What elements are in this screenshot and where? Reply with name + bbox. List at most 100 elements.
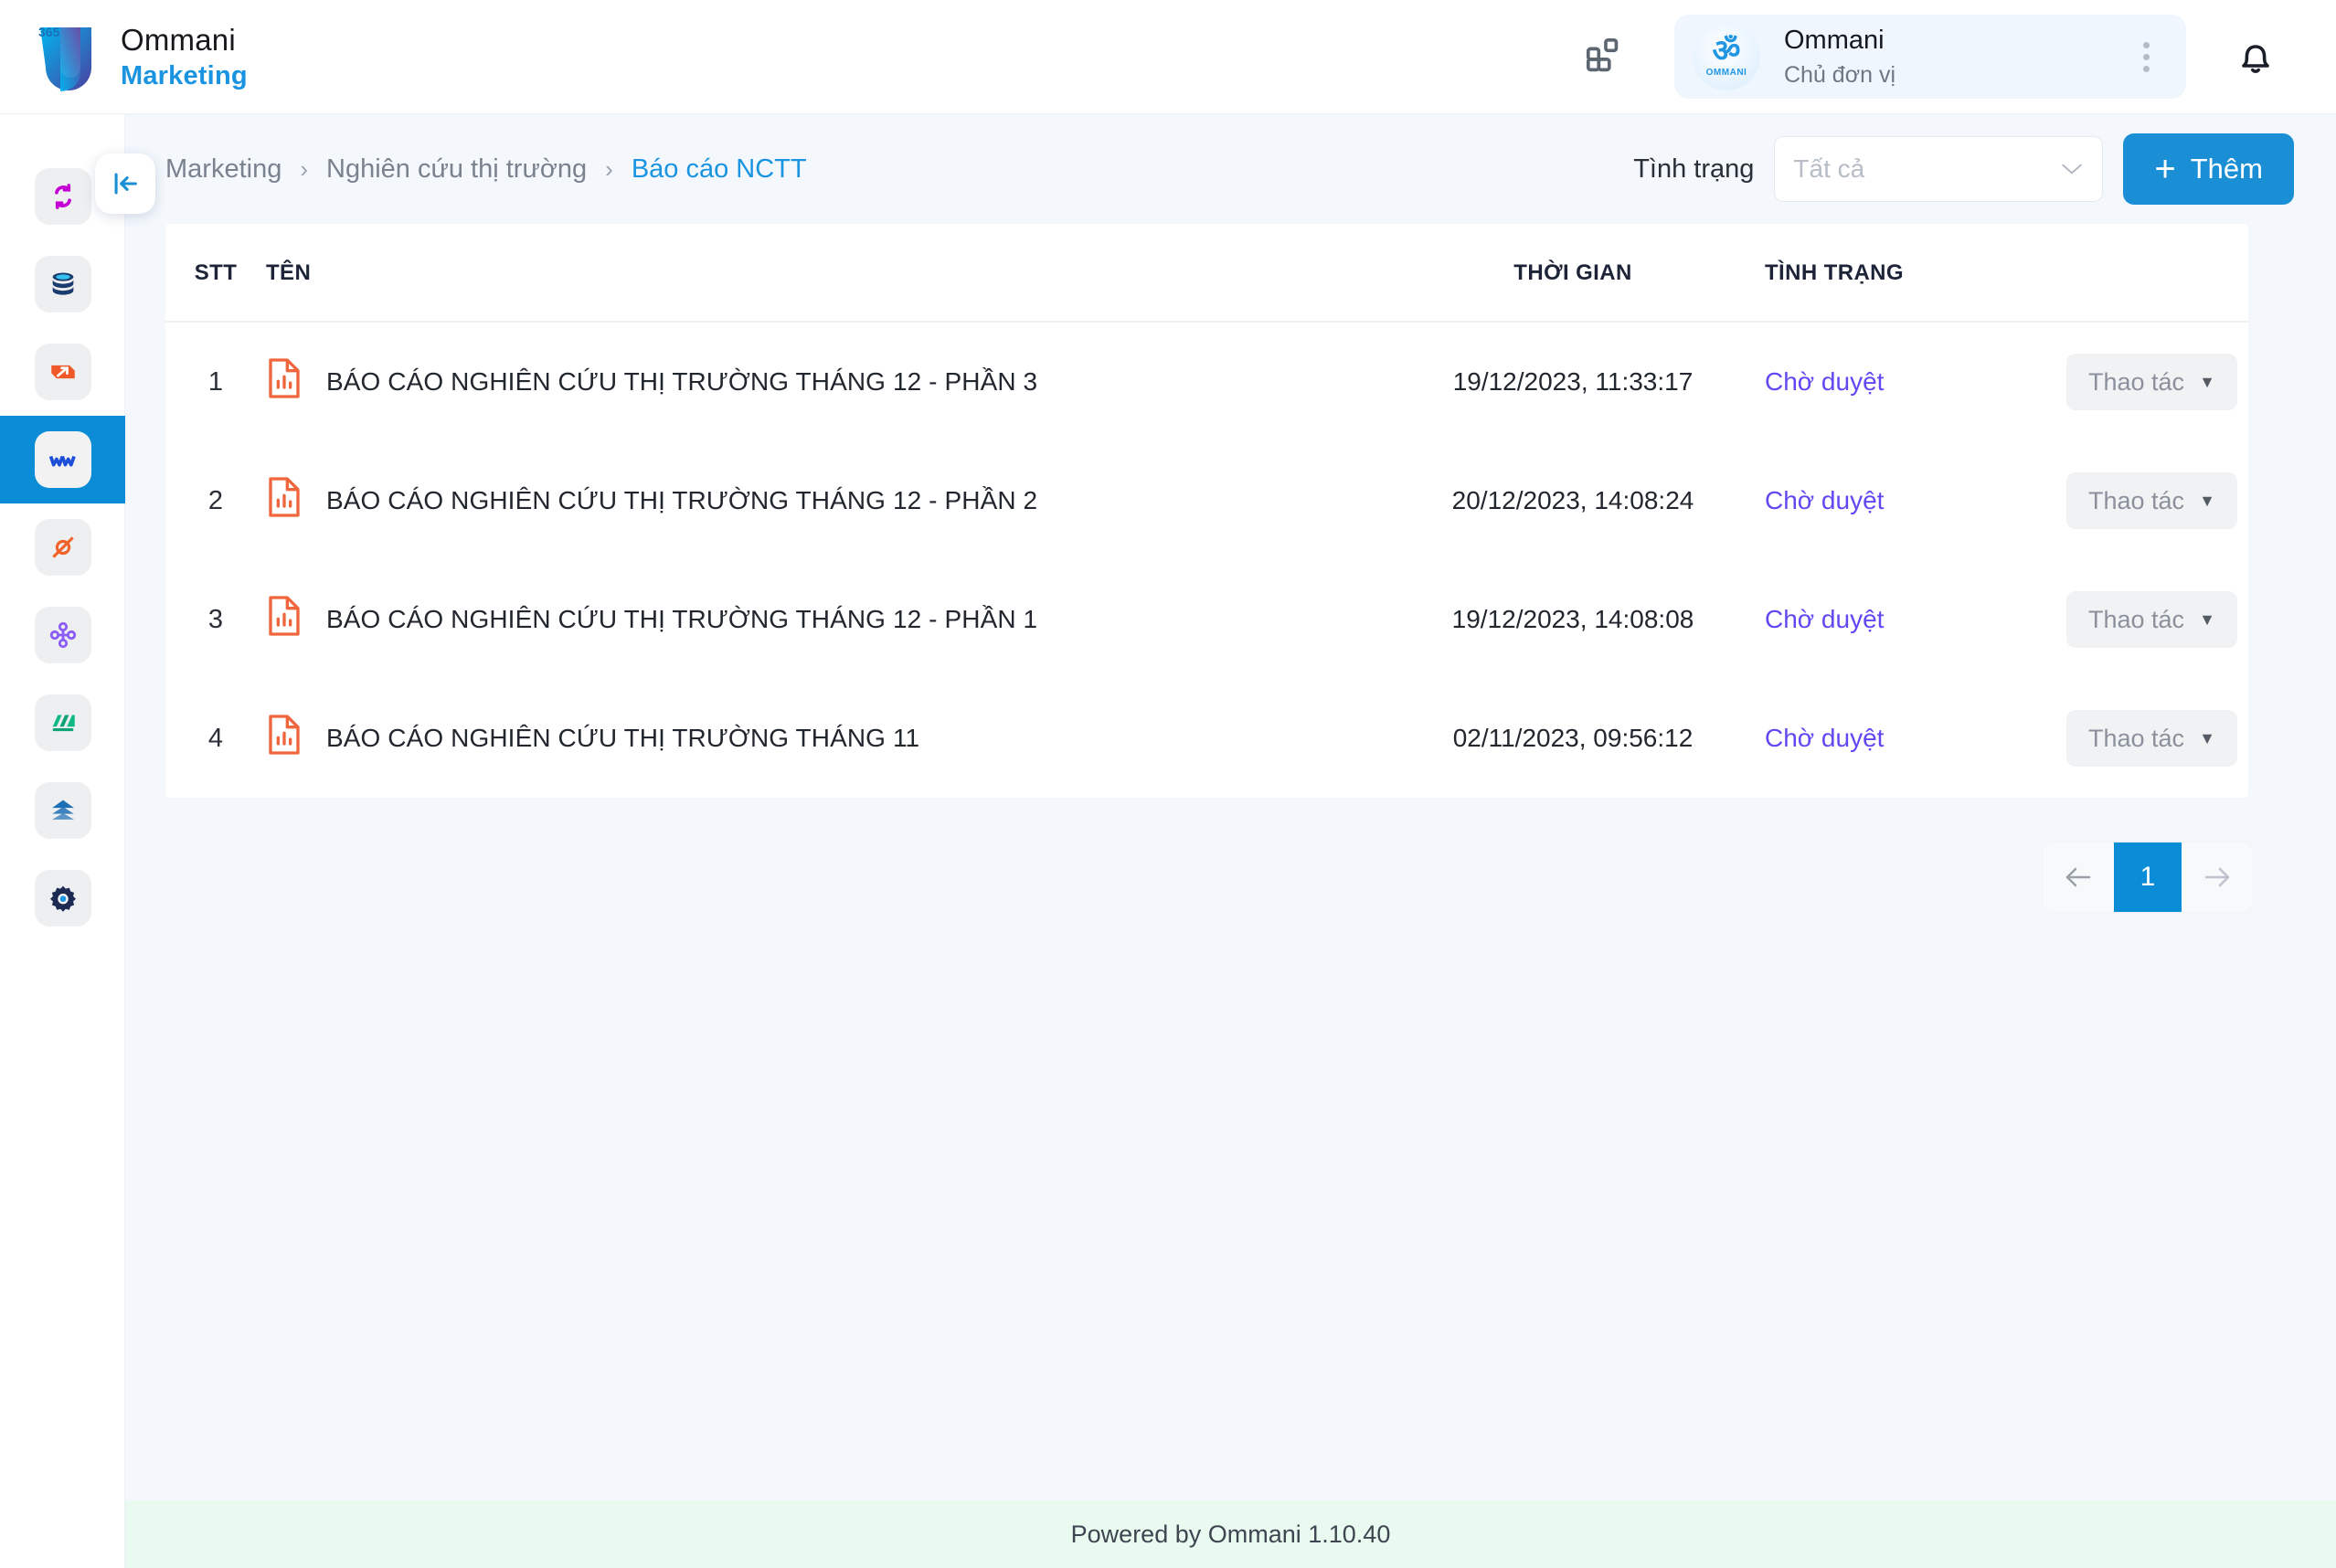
cell-actions: Thao tác ▼ [2066, 441, 2248, 560]
main-content: Marketing › Nghiên cứu thị trường › Báo … [125, 114, 2336, 1568]
status-badge[interactable]: Chờ duyệt [1765, 486, 1884, 514]
cell-time: 19/12/2023, 14:08:08 [1451, 605, 1694, 633]
column-header-actions [2066, 224, 2248, 323]
brand[interactable]: 365 Ommani Marketing [0, 20, 248, 93]
row-action-label: Thao tác [2088, 486, 2185, 514]
stack-arrow-icon [34, 782, 91, 839]
report-name[interactable]: BÁO CÁO NGHIÊN CỨU THỊ TRƯỜNG THÁNG 12 -… [326, 367, 1037, 397]
cell-name: BÁO CÁO NGHIÊN CỨU THỊ TRƯỜNG THÁNG 11 [266, 679, 1381, 798]
pagination-page-1[interactable]: 1 [2114, 842, 2182, 912]
breadcrumb: Marketing › Nghiên cứu thị trường › Báo … [165, 154, 807, 185]
cell-status: Chờ duyệt [1765, 560, 2066, 679]
table-row[interactable]: 2 BÁO CÁO NGHIÊN CỨU THỊ TRƯỜNG THÁNG 12… [165, 441, 2248, 560]
sidebar-item-database[interactable] [0, 240, 125, 328]
report-name[interactable]: BÁO CÁO NGHIÊN CỨU THỊ TRƯỜNG THÁNG 11 [326, 724, 919, 753]
row-action-label: Thao tác [2088, 724, 2185, 752]
table-row[interactable]: 1 BÁO CÁO NGHIÊN CỨU THỊ TRƯỜNG THÁNG 12… [165, 322, 2248, 441]
avatar-om-glyph: ॐ [1712, 34, 1741, 69]
cell-time: 02/11/2023, 09:56:12 [1452, 724, 1694, 752]
document-chart-icon [266, 594, 303, 645]
brand-subtitle: Marketing [121, 60, 248, 90]
row-action-dropdown[interactable]: Thao tác ▼ [2066, 354, 2237, 410]
toolbar-controls: Tình trạng Tất cả + Thêm [1633, 133, 2294, 205]
top-header: 365 Ommani Marketing ॐ OMMANI Ommani Chủ… [0, 0, 2336, 114]
status-filter-value: Tất cả [1793, 154, 1865, 183]
row-action-dropdown[interactable]: Thao tác ▼ [2066, 472, 2237, 529]
status-filter-label: Tình trạng [1633, 154, 1755, 184]
footer-text: Powered by Ommani 1.10.40 [1070, 1520, 1391, 1548]
chevron-down-icon: ▼ [2199, 729, 2215, 747]
table-header-row: STT TÊN THỜI GIAN TÌNH TRẠNG [165, 224, 2248, 323]
report-name[interactable]: BÁO CÁO NGHIÊN CỨU THỊ TRƯỜNG THÁNG 12 -… [326, 486, 1037, 515]
cell-time: 19/12/2023, 11:33:17 [1452, 367, 1694, 396]
pagination-wrap: 1 [125, 798, 2336, 913]
cell-time: 20/12/2023, 14:08:24 [1451, 486, 1694, 514]
chevron-down-icon: ▼ [2199, 373, 2215, 391]
avatar-label: OMMANI [1705, 68, 1747, 78]
bell-icon[interactable] [2212, 16, 2299, 97]
cell-stt: 3 [207, 604, 224, 634]
cell-name: BÁO CÁO NGHIÊN CỨU THỊ TRƯỜNG THÁNG 12 -… [266, 322, 1381, 441]
document-chart-icon [266, 713, 303, 764]
document-chart-icon [266, 475, 303, 526]
chevron-down-icon: ▼ [2199, 610, 2215, 629]
table-row[interactable]: 3 BÁO CÁO NGHIÊN CỨU THỊ TRƯỜNG THÁNG 12… [165, 560, 2248, 679]
sidebar-item-finance[interactable] [0, 679, 125, 767]
table-body: 1 BÁO CÁO NGHIÊN CỨU THỊ TRƯỜNG THÁNG 12… [165, 322, 2248, 798]
status-badge[interactable]: Chờ duyệt [1765, 605, 1884, 633]
cell-actions: Thao tác ▼ [2066, 560, 2248, 679]
layers-green-icon [34, 694, 91, 751]
status-filter-select[interactable]: Tất cả [1774, 136, 2104, 202]
cell-stt: 4 [207, 723, 224, 753]
cell-status: Chờ duyệt [1765, 679, 2066, 798]
three-dots-vertical-icon[interactable] [2118, 25, 2173, 89]
cell-name: BÁO CÁO NGHIÊN CỨU THỊ TRƯỜNG THÁNG 12 -… [266, 560, 1381, 679]
logo-365-badge: 365 [38, 25, 60, 39]
user-role: Chủ đơn vị [1784, 61, 1896, 88]
avatar: ॐ OMMANI [1693, 23, 1760, 90]
row-action-dropdown[interactable]: Thao tác ▼ [2066, 710, 2237, 767]
status-badge[interactable]: Chờ duyệt [1765, 367, 1884, 396]
breadcrumb-item-current[interactable]: Báo cáo NCTT [632, 154, 807, 185]
sidebar-collapse-button[interactable] [95, 154, 155, 214]
arrow-left-icon[interactable] [2043, 842, 2114, 912]
chevron-down-icon: ▼ [2199, 492, 2215, 510]
breadcrumb-item-marketing[interactable]: Marketing [165, 154, 281, 185]
plus-icon: + [2154, 149, 2176, 189]
breadcrumb-separator: › [300, 154, 308, 183]
sidebar-item-network[interactable] [0, 591, 125, 679]
marketing-m-icon [34, 431, 91, 488]
cell-stt: 2 [207, 485, 224, 515]
user-profile-card[interactable]: ॐ OMMANI Ommani Chủ đơn vị [1674, 15, 2186, 99]
add-button[interactable]: + Thêm [2123, 133, 2294, 205]
cell-actions: Thao tác ▼ [2066, 679, 2248, 798]
arrow-right-icon[interactable] [2182, 842, 2253, 912]
row-action-dropdown[interactable]: Thao tác ▼ [2066, 591, 2237, 648]
document-chart-icon [266, 356, 303, 408]
add-button-label: Thêm [2190, 153, 2263, 185]
loop-icon [34, 519, 91, 576]
sidebar-item-stack[interactable] [0, 767, 125, 854]
sidebar-item-loop[interactable] [0, 503, 125, 591]
arrow-box-icon [34, 344, 91, 400]
row-action-label: Thao tác [2088, 605, 2185, 633]
sync-arrows-icon [34, 168, 91, 225]
cell-status: Chờ duyệt [1765, 322, 2066, 441]
column-header-time: THỜI GIAN [1381, 224, 1765, 323]
grid-apps-icon[interactable] [1565, 16, 1645, 97]
ommani-logo-icon: 365 [33, 20, 99, 93]
sidebar-item-marketing[interactable] [0, 416, 125, 503]
cell-actions: Thao tác ▼ [2066, 322, 2248, 441]
row-action-label: Thao tác [2088, 367, 2185, 396]
network-nodes-icon [34, 607, 91, 663]
report-name[interactable]: BÁO CÁO NGHIÊN CỨU THỊ TRƯỜNG THÁNG 12 -… [326, 605, 1037, 634]
sidebar-item-settings[interactable] [0, 854, 125, 942]
status-badge[interactable]: Chờ duyệt [1765, 724, 1884, 752]
sidebar-item-boost[interactable] [0, 328, 125, 416]
reports-table-card: STT TÊN THỜI GIAN TÌNH TRẠNG 1 BÁO CÁO N… [165, 224, 2248, 798]
breadcrumb-separator: › [605, 154, 613, 183]
breadcrumb-item-research[interactable]: Nghiên cứu thị trường [326, 154, 587, 185]
reports-table: STT TÊN THỜI GIAN TÌNH TRẠNG 1 BÁO CÁO N… [165, 224, 2248, 798]
brand-title: Ommani [121, 22, 236, 57]
table-row[interactable]: 4 BÁO CÁO NGHIÊN CỨU THỊ TRƯỜNG THÁNG 11… [165, 679, 2248, 798]
